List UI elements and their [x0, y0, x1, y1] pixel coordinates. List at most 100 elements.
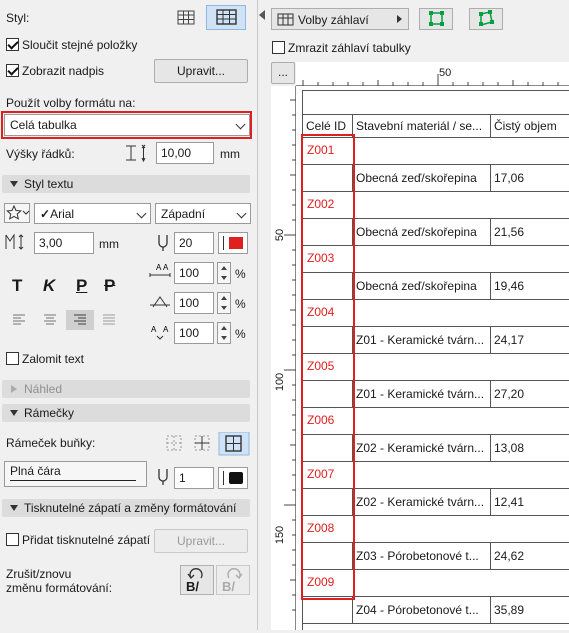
align-justify-button[interactable]	[101, 310, 119, 330]
pen-color-swatch	[229, 237, 243, 249]
bold-button[interactable]: T	[12, 276, 22, 296]
add-footer-checkbox[interactable]	[6, 533, 19, 546]
spacing-input[interactable]: 100	[174, 322, 214, 344]
row-material-cell[interactable]: Z03 - Pórobetonové t...	[352, 542, 490, 569]
pen-icon	[158, 235, 168, 251]
preview-section-header[interactable]: Náhled	[2, 380, 250, 398]
align-right-button[interactable]	[66, 310, 94, 330]
font-script-select[interactable]: Západní	[155, 203, 251, 224]
grid-full-icon	[216, 9, 237, 25]
row-volume-cell[interactable]: 21,56	[490, 218, 569, 245]
align-center-button[interactable]	[41, 310, 59, 330]
slant-input[interactable]: 100	[174, 292, 214, 314]
slant-icon	[150, 296, 170, 308]
row-empty-cell[interactable]	[302, 596, 352, 623]
frame-pen-input[interactable]: 1	[174, 467, 214, 489]
format-panel: Styl: Sloučit stejné položky Zobrazit na…	[0, 0, 258, 630]
row-material-cell[interactable]: Z01 - Keramické tvárn...	[352, 380, 490, 407]
header-options-button[interactable]: Volby záhlaví	[271, 8, 409, 30]
row-material-cell[interactable]: Z02 - Keramické tvárn...	[352, 488, 490, 515]
italic-button[interactable]: K	[43, 276, 55, 296]
row-divider	[302, 623, 569, 624]
wrap-text-checkbox[interactable]	[6, 352, 19, 365]
undo-format-button[interactable]: B/	[180, 565, 214, 595]
show-title-checkbox[interactable]	[6, 64, 19, 77]
header-cell-volume[interactable]: Čistý objem	[490, 114, 569, 137]
row-height-unit: mm	[220, 147, 240, 161]
font-size-unit: mm	[99, 237, 119, 251]
vertical-ruler-ticks	[284, 99, 296, 611]
row-volume-cell[interactable]: 17,06	[490, 164, 569, 191]
row-material-cell[interactable]: Z01 - Keramické tvárn...	[352, 326, 490, 353]
frame-inner-button[interactable]	[193, 434, 213, 454]
edit-footer-button[interactable]: Upravit...	[154, 529, 248, 553]
table-style-grid-button[interactable]	[206, 5, 246, 30]
merge-items-checkbox[interactable]	[6, 38, 19, 51]
text-pen-color-button[interactable]	[218, 232, 248, 254]
row-material-cell[interactable]: Z02 - Keramické tvárn...	[352, 434, 490, 461]
merge-items-label: Sloučit stejné položky	[22, 38, 138, 52]
id-column-highlight	[301, 134, 355, 600]
frame-pen-color-swatch	[229, 472, 243, 484]
table-style-plain-button[interactable]	[168, 5, 202, 29]
row-volume-cell[interactable]: 12,41	[490, 488, 569, 515]
frame-none-button[interactable]	[165, 434, 185, 454]
schedule-sheet: Celé ID Stavební materiál / se... Čistý …	[296, 86, 569, 630]
row-volume-cell[interactable]: 13,08	[490, 434, 569, 461]
freeze-header-checkbox[interactable]	[272, 41, 285, 54]
pen-divider	[223, 236, 224, 250]
redo-format-button[interactable]: B/	[216, 565, 250, 595]
fit-frame-button[interactable]	[419, 8, 453, 30]
line-sample	[10, 480, 136, 481]
text-pen-input[interactable]: 20	[174, 232, 214, 254]
collapse-arrow-icon[interactable]	[259, 10, 265, 22]
row-volume-cell[interactable]: 27,20	[490, 380, 569, 407]
line-type-select[interactable]: Plná čára	[4, 461, 147, 487]
fit-content-button[interactable]	[469, 8, 503, 30]
freeze-header-label: Zmrazit záhlaví tabulky	[288, 41, 411, 55]
undo-label-line2: změnu formátování:	[6, 581, 113, 595]
collapse-triangle-icon	[10, 410, 18, 416]
text-style-section-header[interactable]: Styl textu	[2, 175, 250, 193]
row-height-icon	[126, 144, 146, 163]
frame-pen-color-button[interactable]	[218, 467, 248, 489]
header-cell-material[interactable]: Stavební materiál / se...	[352, 114, 490, 137]
font-size-input[interactable]: 3,00	[34, 232, 94, 254]
line-type-value: Plná čára	[10, 464, 61, 478]
frames-section-label: Rámečky	[24, 406, 75, 420]
ruler-ticks	[302, 74, 559, 86]
ruler-v-label-100: 100	[274, 372, 287, 392]
percent-unit-2: %	[235, 297, 246, 311]
cell-frame-label: Rámeček buňky:	[6, 436, 96, 450]
width-factor-input[interactable]: 100	[174, 262, 214, 284]
font-select[interactable]: ✓Arial	[34, 203, 151, 224]
row-volume-cell[interactable]: 19,46	[490, 272, 569, 299]
row-material-cell[interactable]: Z04 - Pórobetonové t...	[352, 596, 490, 623]
underline-button[interactable]: P	[76, 276, 87, 296]
collapse-triangle-icon	[10, 505, 18, 511]
align-left-button[interactable]	[10, 310, 28, 330]
row-material-cell[interactable]: Obecná zeď/skořepina	[352, 164, 490, 191]
strikethrough-button[interactable]: P	[104, 276, 115, 296]
font-size-icon	[5, 233, 24, 250]
spacing-icon: AA	[151, 325, 169, 340]
row-volume-cell[interactable]: 24,17	[490, 326, 569, 353]
row-volume-cell[interactable]: 24,62	[490, 542, 569, 569]
row-material-cell[interactable]: Obecná zeď/skořepina	[352, 218, 490, 245]
printable-footer-section-header[interactable]: Tisknutelné zápatí a změny formátování	[2, 499, 250, 517]
slant-spinner[interactable]	[217, 292, 231, 314]
chevron-down-icon	[236, 208, 247, 219]
shape-frame-icon	[479, 10, 494, 26]
row-height-input[interactable]: 10,00	[156, 142, 214, 164]
row-material-cell[interactable]: Obecná zeď/skořepina	[352, 272, 490, 299]
edit-title-button[interactable]: Upravit...	[154, 59, 248, 83]
ruler-options-button[interactable]: ...	[271, 62, 295, 84]
pen-divider	[223, 471, 224, 485]
frame-all-button[interactable]	[219, 432, 249, 455]
frames-section-header[interactable]: Rámečky	[2, 404, 250, 422]
apply-format-label: Použít volby formátu na:	[6, 96, 136, 110]
row-volume-cell[interactable]: 35,89	[490, 596, 569, 623]
spacing-spinner[interactable]	[217, 322, 231, 344]
favorites-button[interactable]	[4, 203, 30, 223]
width-factor-spinner[interactable]	[217, 262, 231, 284]
